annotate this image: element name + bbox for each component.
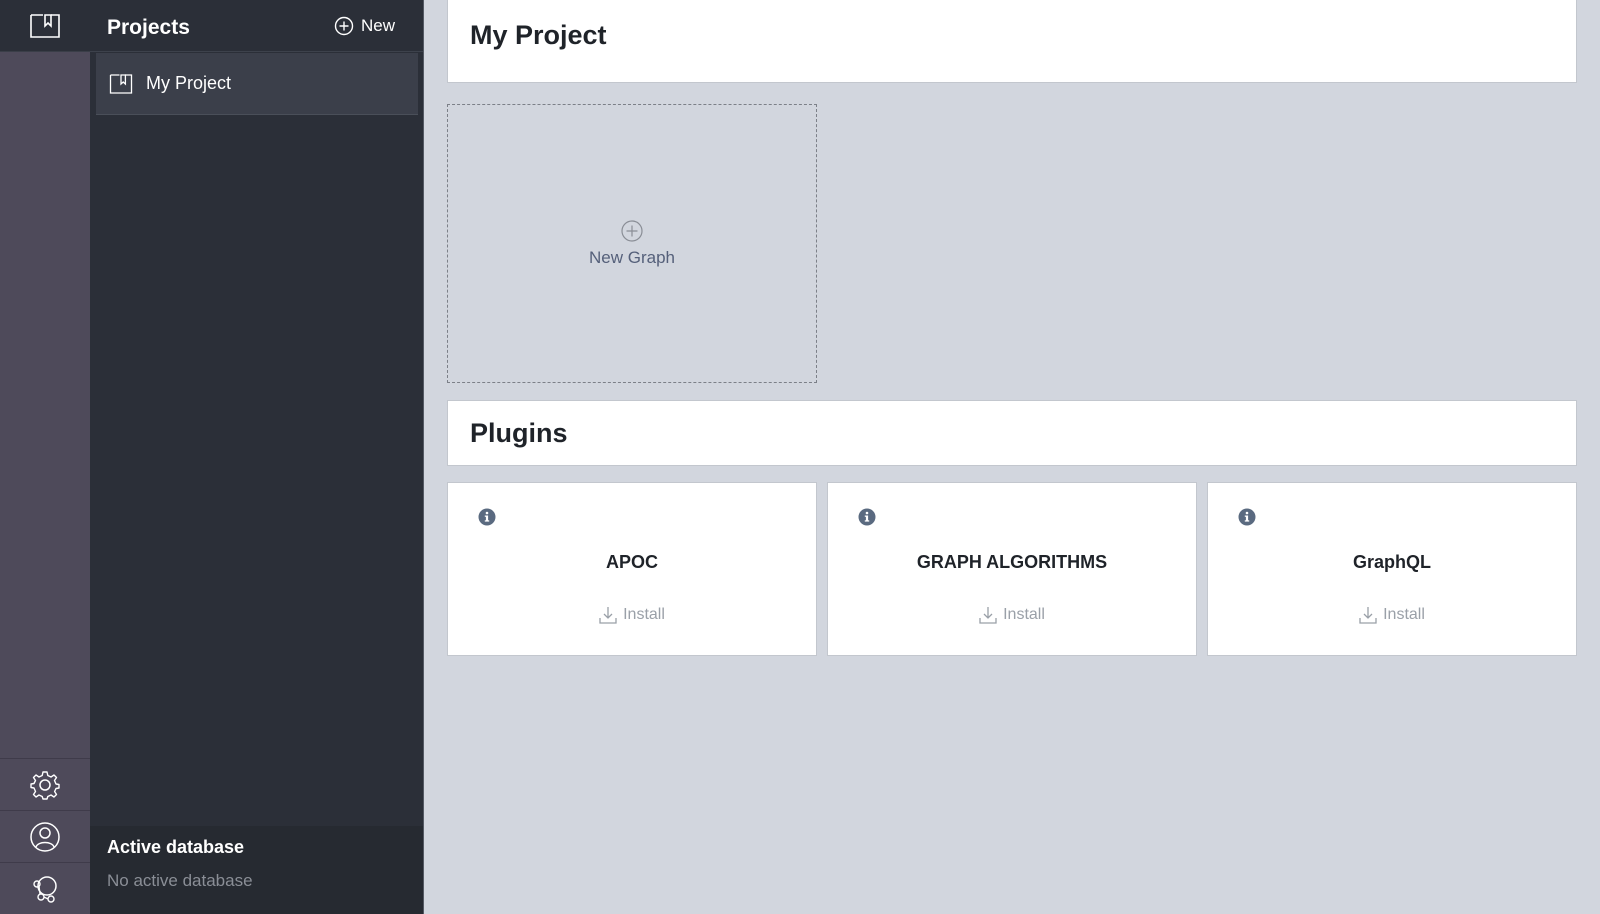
plugins-title: Plugins [470, 418, 568, 448]
project-item-label: My Project [146, 73, 232, 93]
sidebar-title: Projects [107, 15, 190, 39]
new-project-label: New [360, 15, 395, 35]
info-icon[interactable] [858, 508, 876, 526]
settings-gear-icon [30, 770, 60, 800]
project-item-my-project[interactable]: My Project [96, 53, 418, 115]
install-label: Install [1003, 606, 1045, 623]
install-label: Install [1383, 606, 1425, 623]
plugin-name: GRAPH ALGORITHMS [916, 552, 1108, 572]
settings-button[interactable] [0, 758, 90, 810]
new-graph-label: New Graph [589, 247, 675, 267]
info-icon[interactable] [1238, 508, 1256, 526]
user-profile-icon [30, 821, 60, 852]
new-graph-button[interactable]: New Graph [447, 104, 817, 383]
info-icon[interactable] [478, 508, 496, 526]
active-database-panel: Active database No active database [90, 826, 423, 914]
plugin-card-graphql: GraphQL Install [1207, 482, 1577, 656]
plugin-name: GraphQL [1352, 552, 1431, 572]
install-label: Install [623, 606, 665, 623]
main-content: My Project New Graph Plugins APOC Instal… [424, 0, 1600, 914]
plugins-header-panel: Plugins [447, 400, 1577, 466]
install-button[interactable]: Install [828, 606, 1196, 624]
projects-book-icon [30, 13, 60, 38]
new-project-button[interactable]: New [334, 16, 395, 36]
plus-circle-icon [621, 219, 643, 242]
plugin-card-apoc: APOC Install [447, 482, 817, 656]
projects-sidebar: Projects New My Project Active database … [90, 0, 424, 914]
icon-rail [0, 0, 90, 914]
install-button[interactable]: Install [1208, 606, 1576, 624]
active-database-title: Active database [107, 837, 245, 857]
sidebar-header: Projects New [90, 0, 423, 52]
download-icon [599, 607, 617, 624]
active-database-value: No active database [107, 871, 253, 890]
project-title: My Project [470, 20, 607, 50]
download-icon [979, 607, 997, 624]
plus-circle-icon [334, 16, 354, 35]
profile-button[interactable] [0, 810, 90, 862]
plugin-card-graph-algorithms: GRAPH ALGORITHMS Install [827, 482, 1197, 656]
project-header-panel: My Project [447, 0, 1577, 83]
install-button[interactable]: Install [448, 606, 816, 624]
project-book-icon [109, 73, 133, 94]
plugin-name: APOC [605, 552, 658, 572]
community-icon [33, 875, 57, 903]
rail-projects-button[interactable] [0, 0, 90, 52]
community-button[interactable] [0, 862, 90, 914]
download-icon [1359, 607, 1377, 624]
